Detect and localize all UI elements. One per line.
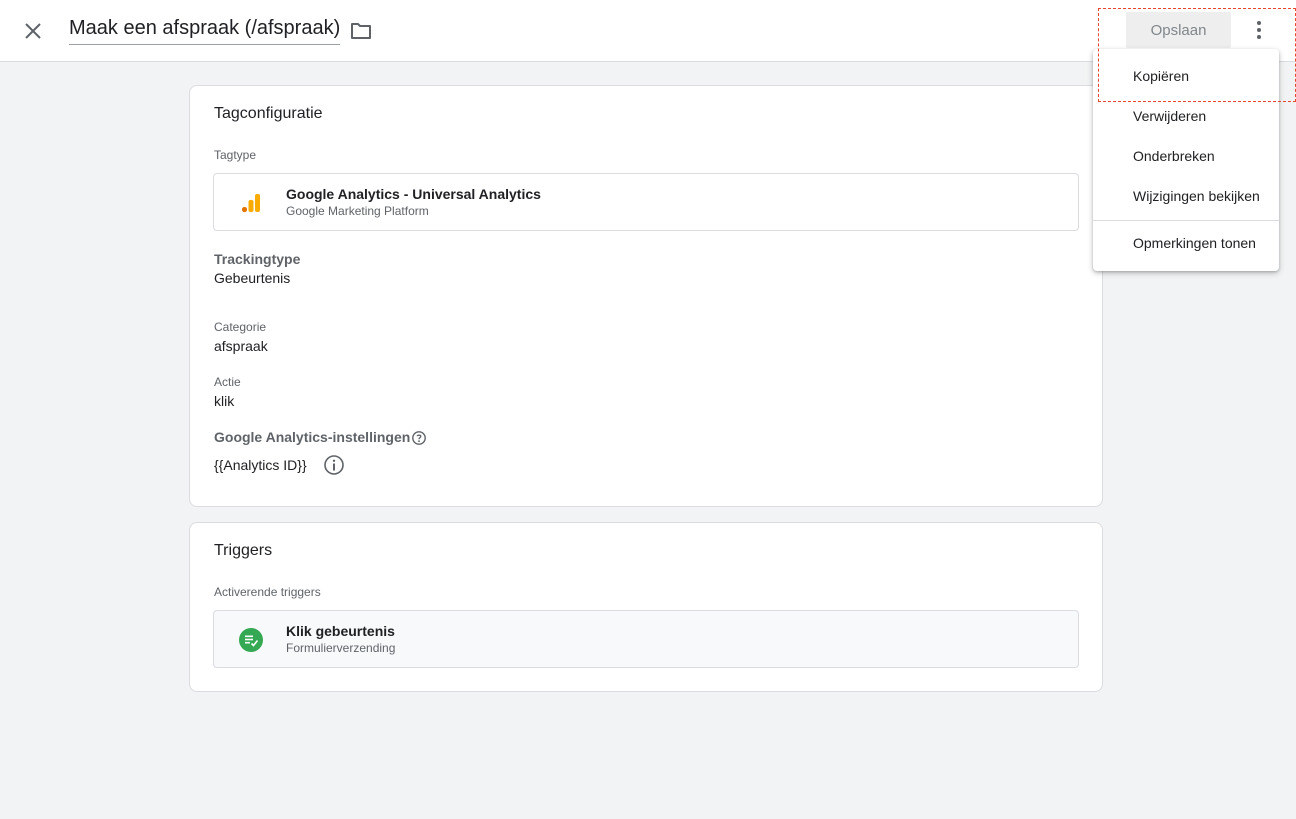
- more-vert-icon: [1257, 21, 1261, 39]
- analytics-bars-icon: [241, 194, 260, 213]
- close-icon: [25, 23, 41, 39]
- analytics-icon-wrap: [238, 190, 264, 216]
- ga-settings-info-button[interactable]: [323, 454, 345, 476]
- menu-item-delete[interactable]: Verwijderen: [1093, 96, 1279, 136]
- ga-settings-label: Google Analytics-instellingen: [214, 429, 411, 445]
- menu-divider: [1093, 220, 1279, 221]
- trigger-type: Formulierverzending: [286, 641, 396, 655]
- menu-item-show-notes[interactable]: Opmerkingen tonen: [1093, 223, 1279, 263]
- tagtype-selector[interactable]: Google Analytics - Universal Analytics G…: [213, 173, 1079, 231]
- category-label: Categorie: [214, 320, 267, 334]
- close-button[interactable]: [18, 16, 48, 46]
- action-value: klik: [214, 393, 235, 409]
- more-options-menu: Kopiëren Verwijderen Onderbreken Wijzigi…: [1093, 49, 1279, 271]
- active-triggers-label: Activerende triggers: [214, 585, 321, 599]
- trigger-name: Klik gebeurtenis: [286, 623, 395, 639]
- category-value: afspraak: [214, 338, 268, 354]
- info-circle-icon: [324, 455, 344, 475]
- menu-item-copy[interactable]: Kopiëren: [1093, 56, 1279, 96]
- triggers-card[interactable]: Triggers Activerende triggers Klik gebeu…: [189, 522, 1103, 692]
- save-button[interactable]: Opslaan: [1126, 12, 1231, 48]
- ga-settings-help-button[interactable]: [411, 430, 427, 446]
- folder-icon: [351, 23, 371, 39]
- help-circle-icon: [412, 431, 426, 445]
- more-options-button[interactable]: [1246, 16, 1272, 44]
- tagtype-vendor: Google Marketing Platform: [286, 204, 429, 218]
- tagtype-label: Tagtype: [214, 148, 257, 162]
- menu-item-pause[interactable]: Onderbreken: [1093, 136, 1279, 176]
- tracking-type-value: Gebeurtenis: [214, 270, 291, 286]
- trigger-item[interactable]: Klik gebeurtenis Formulierverzending: [213, 610, 1079, 668]
- tag-name-input[interactable]: Maak een afspraak (/afspraak): [69, 17, 341, 45]
- ga-settings-value: {{Analytics ID}}: [214, 457, 307, 473]
- form-submit-icon: [239, 628, 263, 652]
- tagtype-name: Google Analytics - Universal Analytics: [286, 186, 541, 202]
- menu-item-view-changes[interactable]: Wijzigingen bekijken: [1093, 176, 1279, 216]
- action-label: Actie: [214, 375, 241, 389]
- trigger-icon-wrap: [238, 627, 264, 653]
- tracking-type-label: Trackingtype: [214, 251, 301, 267]
- card-title: Triggers: [214, 542, 273, 559]
- folder-button[interactable]: [349, 19, 373, 43]
- tag-configuration-card[interactable]: Tagconfiguratie Tagtype Google Analytics…: [189, 85, 1103, 507]
- card-title: Tagconfiguratie: [214, 105, 323, 122]
